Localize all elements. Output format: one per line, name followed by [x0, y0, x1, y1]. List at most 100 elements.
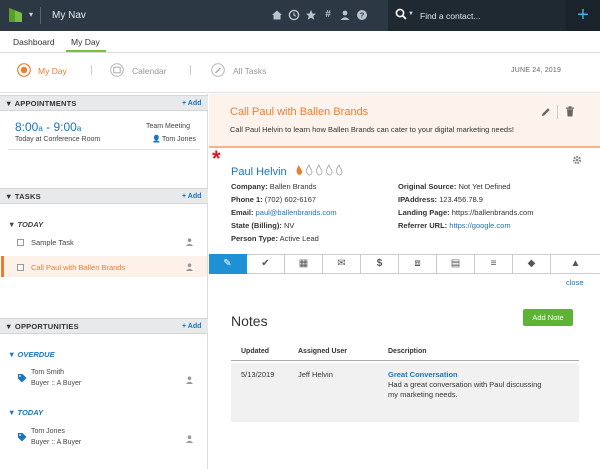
list-icon[interactable]: ≡ — [475, 254, 513, 274]
appointment-type: Team Meeting — [146, 123, 190, 130]
view-calendar[interactable]: Calendar — [132, 66, 167, 76]
opportunity-stage: Buyer :: A Buyer — [31, 380, 82, 387]
quick-add-button[interactable]: + — [566, 0, 600, 31]
chevron-down-icon[interactable]: ▾ — [29, 10, 33, 19]
view-my-day[interactable]: My Day — [38, 66, 67, 76]
task-label[interactable]: Sample Task — [31, 238, 74, 247]
tag-icon — [18, 433, 27, 442]
opportunity-name[interactable]: Tom Smith — [31, 369, 64, 376]
opportunities-group-today[interactable]: ▼ TODAY — [8, 408, 43, 417]
person-icon — [186, 263, 193, 271]
app-logo-icon[interactable] — [9, 8, 22, 22]
trash-icon[interactable] — [565, 106, 575, 117]
appointment-person: Tom Jones — [162, 136, 196, 143]
contact-name[interactable]: Paul Helvin — [231, 166, 287, 178]
task-checkbox[interactable] — [17, 264, 24, 271]
lead-score — [295, 163, 349, 178]
note-description: my marketing needs. — [388, 390, 458, 399]
view-divider — [190, 65, 191, 75]
add-appointment-button[interactable]: + Add — [182, 100, 201, 107]
required-asterisk: * — [212, 146, 221, 171]
tag-icon — [18, 374, 27, 383]
help-icon[interactable]: ? — [356, 9, 368, 21]
close-link[interactable]: close — [566, 278, 584, 287]
tab-my-day[interactable]: My Day — [71, 37, 100, 47]
divider — [557, 105, 558, 119]
divider — [8, 149, 200, 150]
field-phone: Phone 1: (702) 602-6167 — [231, 195, 317, 204]
envelope-icon[interactable]: ✉ — [323, 254, 361, 274]
task-checkbox[interactable] — [17, 239, 24, 246]
flame-icon — [306, 163, 313, 176]
flame-icon — [316, 163, 323, 176]
field-ip-address: IPAddress: 123.456.78.9 — [398, 195, 483, 204]
search-icon[interactable] — [395, 8, 407, 20]
notes-header-divider — [231, 360, 579, 361]
nav-divider — [40, 7, 41, 24]
appointments-title: ▼ APPOINTMENTS — [5, 99, 77, 108]
opportunity-name[interactable]: Tom Jones — [31, 428, 65, 435]
field-landing-page: Landing Page: https://ballenbrands.com — [398, 208, 534, 217]
calendar-icon[interactable] — [110, 63, 124, 77]
pencil-icon[interactable] — [541, 107, 551, 117]
person-icon: 👤 — [152, 136, 161, 143]
note-title-link[interactable]: Great Conversation — [388, 370, 458, 379]
add-opportunity-button[interactable]: + Add — [182, 323, 201, 330]
field-person-type: Person Type: Active Lead — [231, 234, 319, 243]
nav-title[interactable]: My Nav — [52, 10, 86, 21]
edit-icon[interactable]: ✎ — [209, 254, 247, 274]
person-icon[interactable] — [339, 9, 351, 21]
calendar-icon[interactable]: ▦ — [285, 254, 323, 274]
notes-title: Notes — [231, 313, 268, 329]
email-link[interactable]: paul@ballenbrands.com — [256, 208, 337, 217]
opportunities-group-overdue[interactable]: ▼ OVERDUE — [8, 350, 55, 359]
task-description: Call Paul Helvin to learn how Ballen Bra… — [230, 125, 514, 134]
gear-icon[interactable] — [572, 155, 582, 165]
active-tab-indicator — [66, 50, 106, 52]
appointment-time[interactable]: 8:00a - 9:00a — [15, 120, 81, 134]
note-updated: 5/13/2019 — [241, 370, 275, 379]
note-description: Had a great conversation with Paul discu… — [388, 380, 542, 389]
view-switcher-bar — [0, 53, 600, 93]
view-divider — [91, 65, 92, 75]
search-input[interactable] — [420, 8, 560, 23]
all-tasks-icon[interactable] — [211, 63, 225, 77]
my-day-icon[interactable] — [17, 63, 31, 77]
task-title: Call Paul with Ballen Brands — [230, 106, 369, 118]
add-task-button[interactable]: + Add — [182, 193, 201, 200]
star-icon[interactable] — [305, 9, 317, 21]
tag-icon[interactable]: ⧈ — [399, 254, 437, 274]
person-icon — [186, 376, 193, 384]
current-date: JUNE 24, 2019 — [511, 67, 562, 74]
opportunities-title: ▼ OPPORTUNITIES — [5, 322, 79, 331]
svg-text:?: ? — [360, 11, 365, 20]
dollar-icon[interactable]: $ — [361, 254, 399, 274]
flame-icon — [326, 163, 333, 176]
home-icon[interactable] — [271, 9, 283, 21]
flame-icon — [336, 163, 343, 176]
person-icon — [186, 238, 193, 246]
tab-dashboard[interactable]: Dashboard — [13, 37, 55, 47]
view-all-tasks[interactable]: All Tasks — [233, 66, 266, 76]
task-label[interactable]: Call Paul with Ballen Brands — [31, 263, 125, 272]
opportunity-stage: Buyer :: A Buyer — [31, 439, 82, 446]
field-referrer-url: Referrer URL: https://google.com — [398, 221, 511, 230]
column-header-assigned-user[interactable]: Assigned User — [298, 348, 347, 355]
task-banner — [209, 94, 600, 148]
flame-icon — [296, 165, 302, 175]
add-note-button[interactable]: Add Note — [523, 309, 573, 326]
search-dropdown-caret-icon[interactable]: ▼ — [408, 11, 414, 17]
referrer-link[interactable]: https://google.com — [449, 221, 510, 230]
checkmark-icon[interactable]: ✔ — [247, 254, 285, 274]
column-header-updated[interactable]: Updated — [241, 348, 269, 355]
column-header-description[interactable]: Description — [388, 348, 427, 355]
field-company: Company: Ballen Brands — [231, 182, 317, 191]
tasks-group-today[interactable]: ▼ TODAY — [8, 220, 43, 229]
price-tag-icon[interactable]: ◆ — [513, 254, 551, 274]
hashtag-icon[interactable]: # — [322, 9, 334, 21]
document-icon[interactable]: ▤ — [437, 254, 475, 274]
field-original-source: Original Source: Not Yet Defined — [398, 182, 511, 191]
clock-icon[interactable] — [288, 9, 300, 21]
note-user: Jeff Helvin — [298, 370, 333, 379]
flame-icon[interactable]: ▲ — [551, 254, 600, 274]
